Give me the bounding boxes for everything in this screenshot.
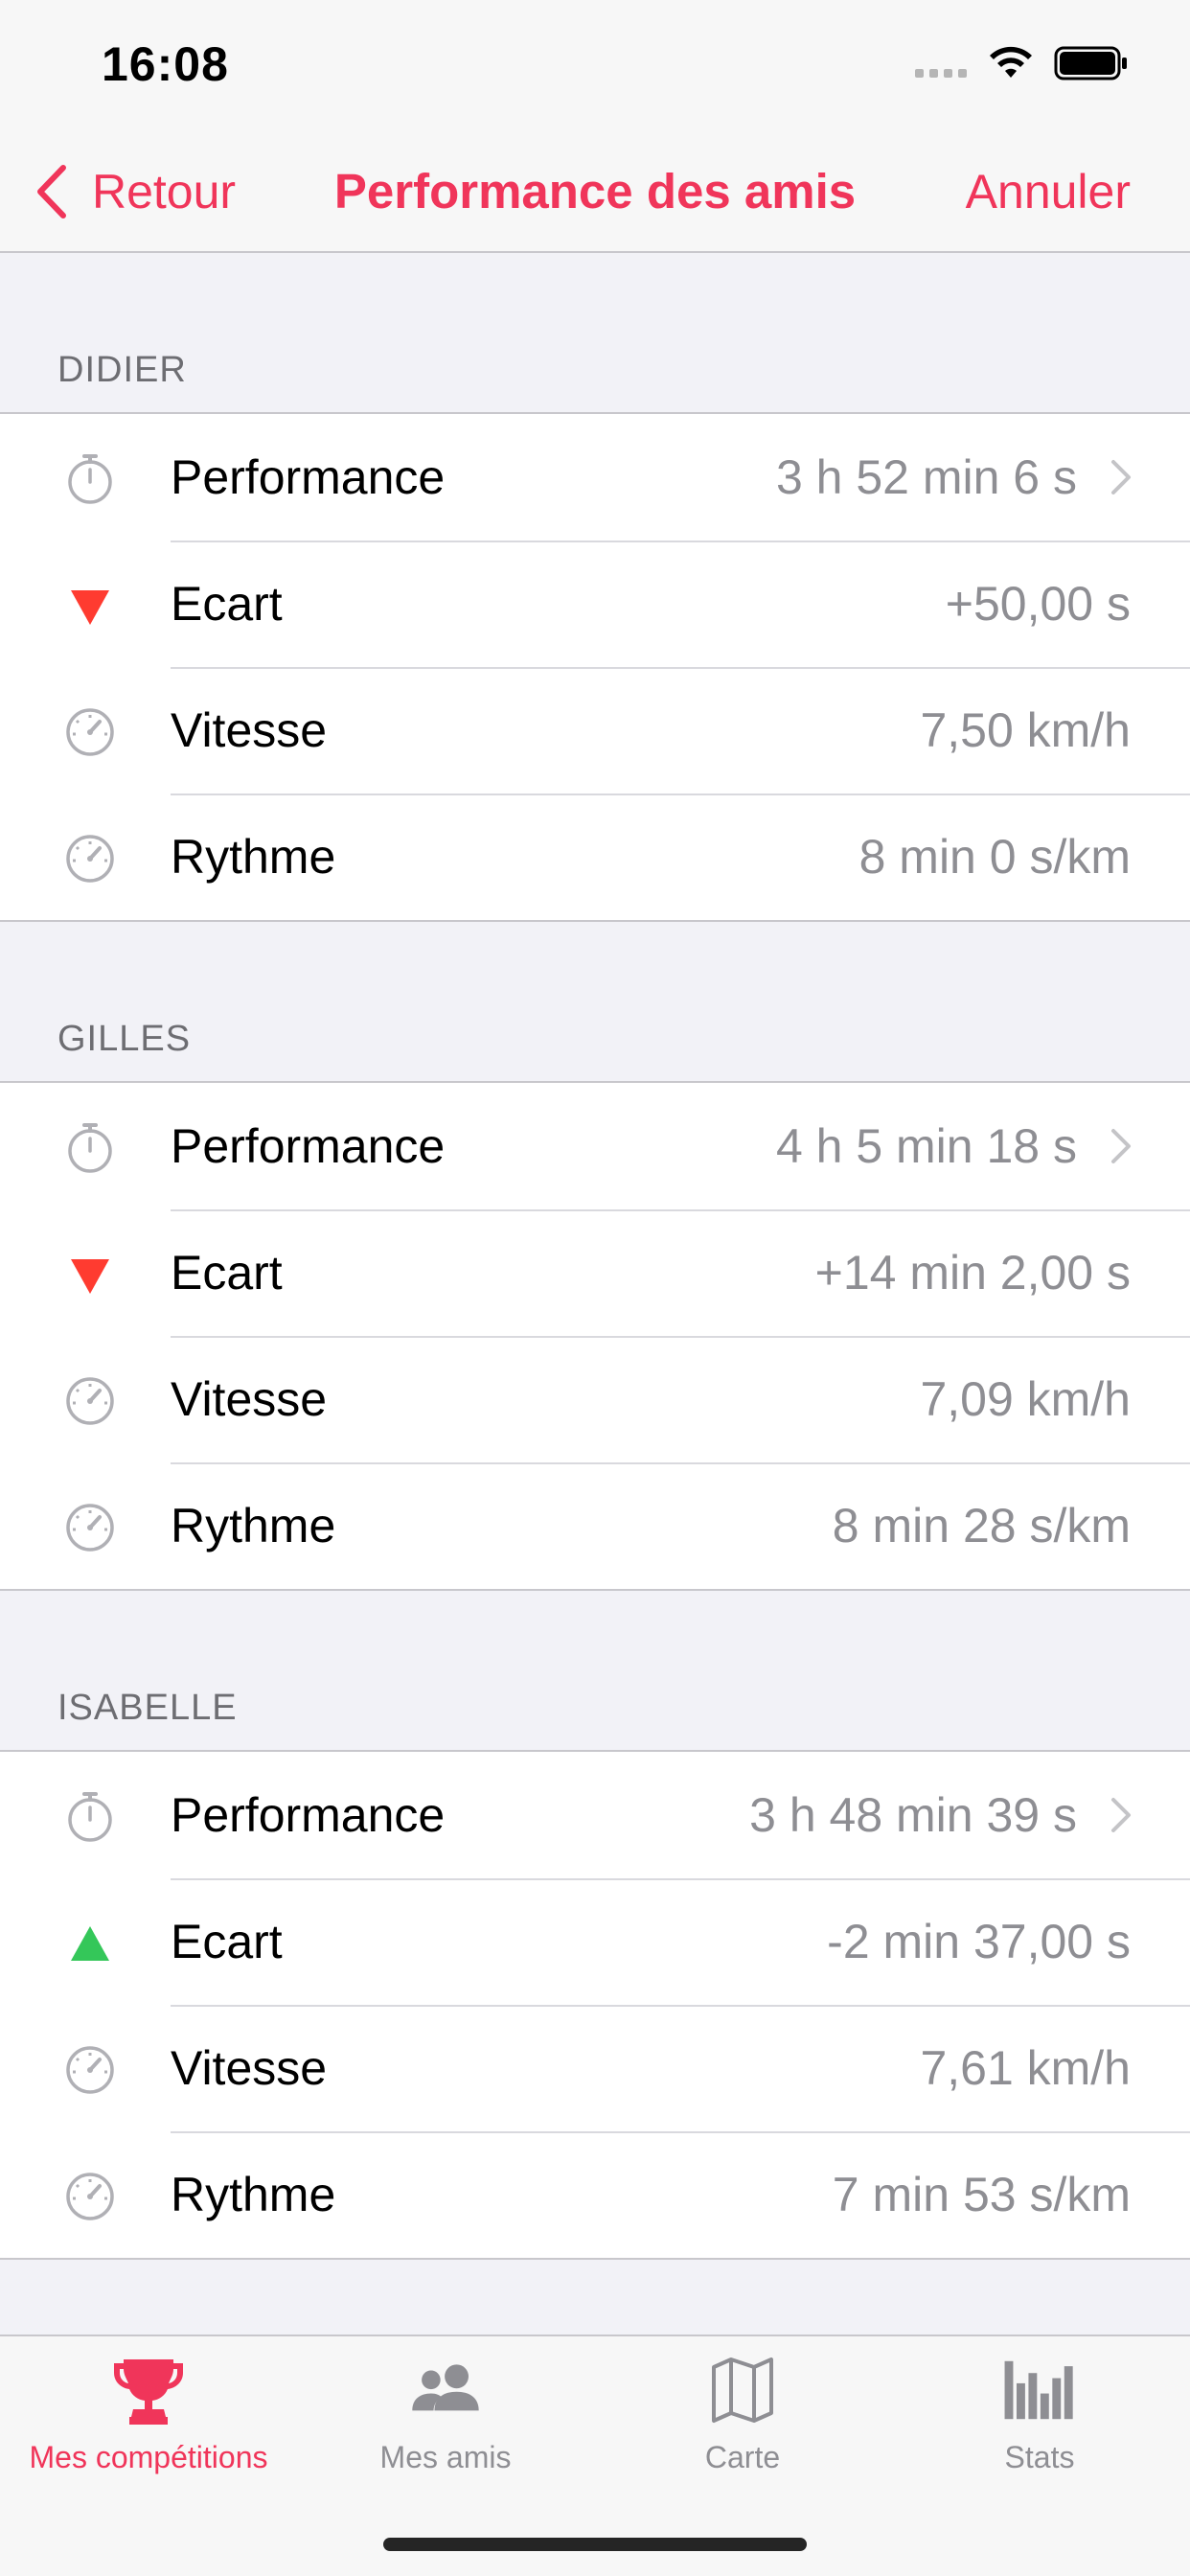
row-value: 7,61 km/h [920, 2041, 1131, 2095]
row-rythme: Rythme 7 min 53 s/km [0, 2131, 1190, 2258]
row-label: Ecart [171, 577, 283, 631]
section-header-isabelle: ISABELLE [57, 1688, 238, 1728]
tab-mes-competitions[interactable]: Mes compétitions [0, 2354, 297, 2475]
row-value: 3 h 48 min 39 s [749, 1788, 1077, 1842]
tab-label: Mes compétitions [29, 2440, 268, 2474]
row-label: Ecart [171, 1915, 283, 1968]
row-label: Ecart [171, 1246, 283, 1300]
stopwatch-icon [63, 452, 117, 506]
chevron-right-icon [1111, 460, 1131, 494]
row-value: 7,50 km/h [920, 703, 1131, 757]
row-value: -2 min 37,00 s [827, 1915, 1131, 1968]
row-value: 3 h 52 min 6 s [775, 450, 1077, 504]
row-label: Performance [171, 1788, 446, 1842]
row-performance[interactable]: Performance 3 h 52 min 6 s [0, 414, 1190, 540]
row-value: +50,00 s [945, 577, 1131, 631]
chevron-right-icon [1111, 1129, 1131, 1163]
section-group-gilles: Performance 4 h 5 min 18 s Ecart +14 min… [0, 1081, 1190, 1591]
section-group-didier: Performance 3 h 52 min 6 s Ecart +50,00 … [0, 412, 1190, 922]
row-vitesse: Vitesse 7,50 km/h [0, 667, 1190, 794]
people-icon [412, 2364, 479, 2411]
chevron-right-icon [1111, 1798, 1131, 1832]
row-value: +14 min 2,00 s [814, 1246, 1131, 1300]
red-down-triangle-icon [63, 1248, 117, 1301]
status-bar: 16:08 [0, 0, 1190, 132]
row-ecart: Ecart +14 min 2,00 s [0, 1209, 1190, 1336]
home-indicator[interactable] [383, 2538, 807, 2551]
map-icon [712, 2358, 773, 2423]
cellular-signal-icon [915, 69, 967, 78]
row-label: Vitesse [171, 1372, 328, 1426]
row-label: Performance [171, 450, 446, 504]
row-label: Vitesse [171, 2041, 328, 2095]
row-vitesse: Vitesse 7,61 km/h [0, 2005, 1190, 2131]
row-performance[interactable]: Performance 4 h 5 min 18 s [0, 1083, 1190, 1209]
row-value: 8 min 28 s/km [832, 1499, 1131, 1552]
red-down-triangle-icon [63, 579, 117, 632]
row-value: 7 min 53 s/km [832, 2168, 1131, 2221]
bar-chart-icon [1004, 2360, 1073, 2420]
stopwatch-icon [63, 1790, 117, 1844]
section-header-gilles: GILLES [57, 1019, 192, 1059]
tab-label: Mes amis [379, 2440, 512, 2474]
speedometer-icon [63, 1501, 117, 1554]
green-up-triangle-icon [63, 1917, 117, 1970]
speedometer-icon [63, 2043, 117, 2097]
row-vitesse: Vitesse 7,09 km/h [0, 1336, 1190, 1462]
navigation-bar: Retour Performance des amis Annuler [0, 132, 1190, 253]
row-performance[interactable]: Performance 3 h 48 min 39 s [0, 1752, 1190, 1878]
row-value: 8 min 0 s/km [858, 830, 1131, 884]
row-label: Performance [171, 1119, 446, 1173]
tab-stats[interactable]: Stats [891, 2354, 1188, 2475]
tab-mes-amis[interactable]: Mes amis [297, 2354, 594, 2475]
row-rythme: Rythme 8 min 0 s/km [0, 794, 1190, 920]
cancel-button[interactable]: Annuler [966, 161, 1131, 222]
row-rythme: Rythme 8 min 28 s/km [0, 1462, 1190, 1589]
stopwatch-icon [63, 1121, 117, 1175]
speedometer-icon [63, 832, 117, 886]
speedometer-icon [63, 1374, 117, 1428]
speedometer-icon [63, 2170, 117, 2223]
row-value: 4 h 5 min 18 s [775, 1119, 1077, 1173]
tab-label: Stats [1004, 2440, 1075, 2474]
tab-carte[interactable]: Carte [594, 2354, 891, 2475]
row-label: Rythme [171, 2168, 336, 2221]
tab-label: Carte [704, 2440, 781, 2474]
section-group-isabelle: Performance 3 h 48 min 39 s Ecart -2 min… [0, 1750, 1190, 2260]
row-label: Rythme [171, 1499, 336, 1552]
friends-performance-list: DIDIER Performance 3 h 52 min 6 s Ecart … [0, 253, 1190, 2260]
speedometer-icon [63, 705, 117, 759]
row-ecart: Ecart +50,00 s [0, 540, 1190, 667]
row-label: Vitesse [171, 703, 328, 757]
status-time: 16:08 [102, 37, 229, 91]
trophy-icon [114, 2359, 183, 2425]
row-label: Rythme [171, 830, 336, 884]
wifi-icon [990, 46, 1032, 78]
row-ecart: Ecart -2 min 37,00 s [0, 1878, 1190, 2005]
row-value: 7,09 km/h [920, 1372, 1131, 1426]
battery-icon [1054, 46, 1127, 80]
section-header-didier: DIDIER [57, 350, 187, 390]
